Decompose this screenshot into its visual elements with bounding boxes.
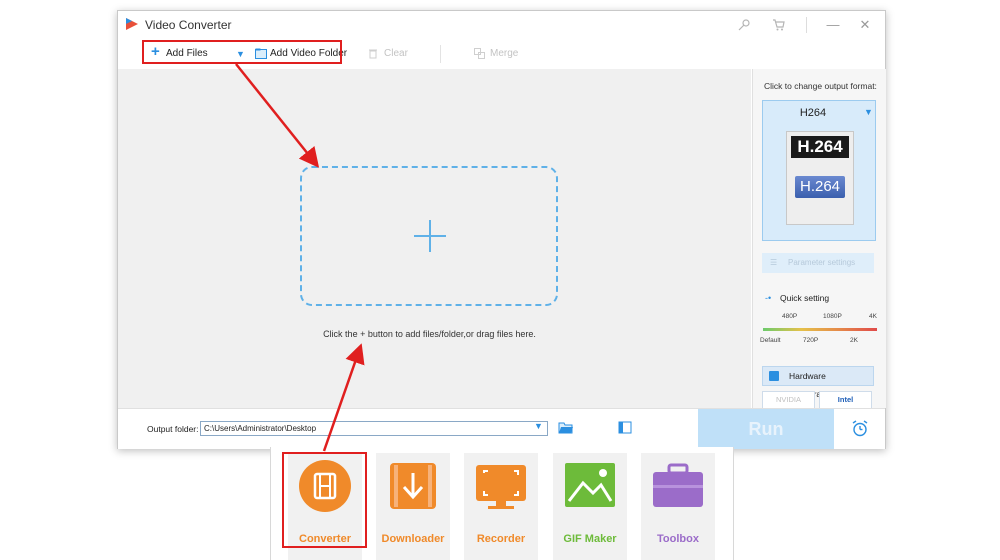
arrow-to-dropzone xyxy=(235,63,320,168)
annotation-arrows xyxy=(235,63,365,452)
arrow-from-converter xyxy=(322,343,365,452)
